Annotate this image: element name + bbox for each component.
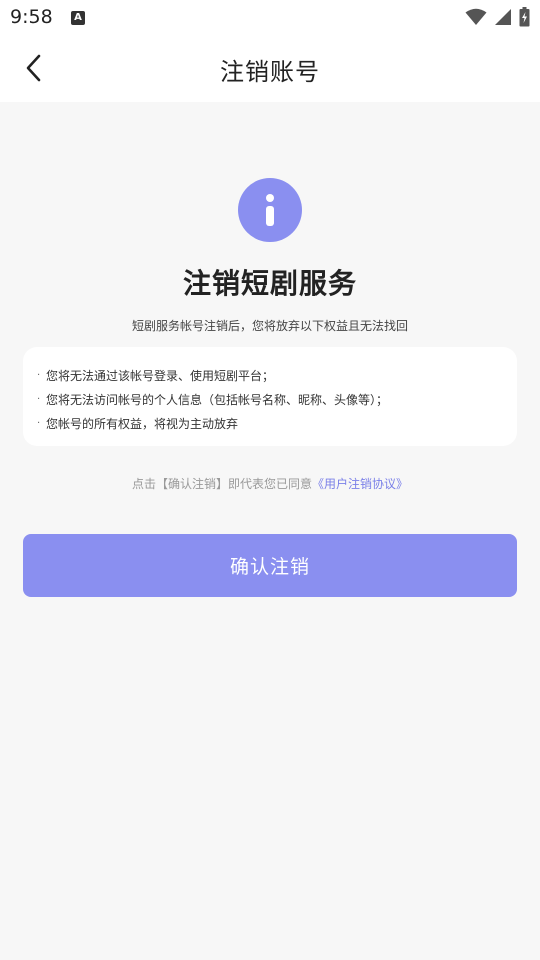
confirm-cancel-account-button[interactable]: 确认注销 [23, 534, 517, 597]
info-icon [238, 178, 302, 242]
service-subtitle: 短剧服务帐号注销后，您将放弃以下权益且无法找回 [131, 319, 408, 333]
rights-item: · 您将无法通过该帐号登录、使用短剧平台； [37, 364, 501, 388]
status-time: 9:58 [10, 6, 53, 28]
agreement-prefix: 点击【确认注销】即代表您已同意 [131, 477, 312, 491]
battery-icon [519, 7, 530, 27]
rights-text: 您帐号的所有权益，将视为主动放弃 [46, 417, 239, 431]
rights-text: 您将无法访问帐号的个人信息（包括帐号名称、昵称、头像等）； [46, 393, 389, 407]
bullet: · [37, 394, 41, 405]
app-bar: 注销账号 [0, 36, 540, 102]
wifi-icon [465, 8, 487, 25]
rights-card: · 您将无法通过该帐号登录、使用短剧平台； · 您将无法访问帐号的个人信息（包括… [23, 347, 517, 446]
service-title: 注销短剧服务 [182, 267, 357, 300]
bullet: · [37, 370, 41, 381]
agreement-notice: 点击【确认注销】即代表您已同意《用户注销协议》 [0, 475, 540, 492]
status-icons [465, 7, 530, 27]
cellular-signal-icon [495, 9, 511, 25]
rights-item: · 您帐号的所有权益，将视为主动放弃 [37, 412, 501, 436]
bullet: · [37, 418, 41, 429]
agreement-link[interactable]: 《用户注销协议》 [312, 477, 408, 491]
status-bar: 9:58 A [0, 0, 540, 36]
notification-a-icon: A [71, 11, 85, 25]
rights-item: · 您将无法访问帐号的个人信息（包括帐号名称、昵称、头像等）； [37, 388, 501, 412]
rights-text: 您将无法通过该帐号登录、使用短剧平台； [46, 369, 275, 383]
page-title: 注销账号 [220, 58, 320, 86]
